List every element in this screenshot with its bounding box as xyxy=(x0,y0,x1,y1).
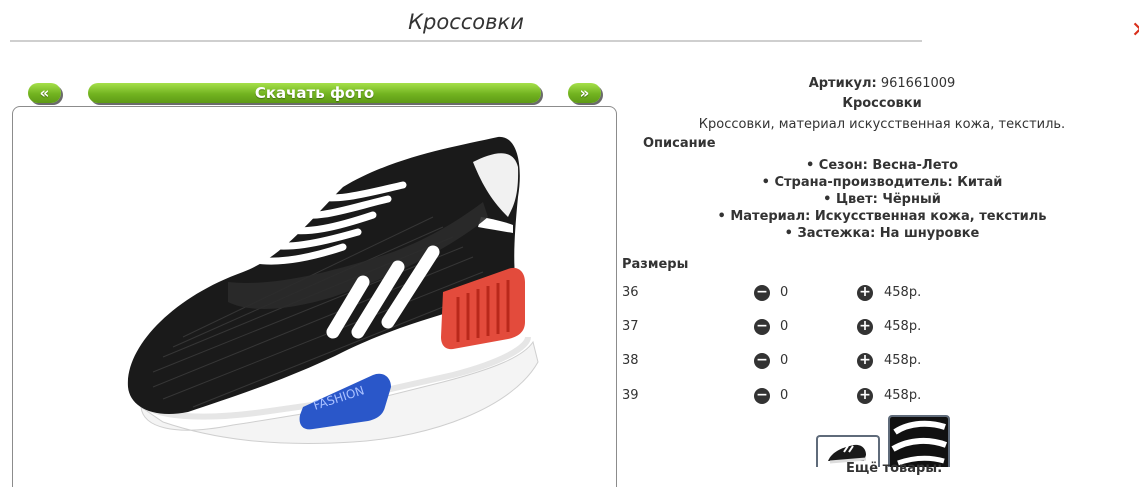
quantity-value: 0 xyxy=(780,388,789,403)
size-label: 37 xyxy=(622,319,639,334)
sneaker-photo[interactable]: FASHION xyxy=(13,107,616,487)
plus-icon[interactable]: + xyxy=(857,353,873,369)
thumbnail-closeup[interactable] xyxy=(888,415,950,467)
quantity-value: 0 xyxy=(780,285,789,300)
close-icon[interactable]: ✕ xyxy=(1131,18,1139,43)
more-products-label: Ещё товары: xyxy=(846,461,943,476)
feature-item: • Сезон: Весна-Лето xyxy=(805,158,959,173)
product-name: Кроссовки xyxy=(842,96,922,111)
size-label: 38 xyxy=(622,353,639,368)
feature-item: • Материал: Искусственная кожа, текстиль xyxy=(717,209,1047,224)
article-value: 961661009 xyxy=(880,76,956,91)
next-photo-button[interactable]: » xyxy=(568,83,601,103)
product-photo-frame: FASHION xyxy=(12,106,617,487)
feature-item: • Страна-производитель: Китай xyxy=(761,175,1003,190)
article-label: Артикул: xyxy=(808,76,877,91)
download-photo-button[interactable]: Скачать фото xyxy=(88,83,541,103)
minus-icon[interactable]: − xyxy=(754,285,770,301)
article-line: Артикул: 961661009 xyxy=(622,76,1139,91)
feature-item: • Цвет: Чёрный xyxy=(823,192,941,207)
feature-list: • Сезон: Весна-Лето • Страна-производите… xyxy=(622,157,1139,242)
title-divider xyxy=(10,40,922,42)
price-value: 458р. xyxy=(884,285,922,300)
plus-icon[interactable]: + xyxy=(857,388,873,404)
size-label: 39 xyxy=(622,388,639,403)
plus-icon[interactable]: + xyxy=(857,319,873,335)
thumbnail-image xyxy=(890,417,948,467)
minus-icon[interactable]: − xyxy=(754,388,770,404)
feature-item: • Застежка: На шнуровке xyxy=(784,226,980,241)
sizes-heading: Размеры xyxy=(622,257,689,272)
price-value: 458р. xyxy=(884,319,922,334)
product-short-description: Кроссовки, материал искусственная кожа, … xyxy=(698,117,1066,132)
minus-icon[interactable]: − xyxy=(754,319,770,335)
page-title: Кроссовки xyxy=(408,10,524,34)
prev-photo-button[interactable]: « xyxy=(28,83,61,103)
size-label: 36 xyxy=(622,285,639,300)
plus-icon[interactable]: + xyxy=(857,285,873,301)
description-heading: Описание xyxy=(643,136,716,151)
quantity-value: 0 xyxy=(780,353,789,368)
quantity-value: 0 xyxy=(780,319,789,334)
price-value: 458р. xyxy=(884,353,922,368)
minus-icon[interactable]: − xyxy=(754,353,770,369)
price-value: 458р. xyxy=(884,388,922,403)
